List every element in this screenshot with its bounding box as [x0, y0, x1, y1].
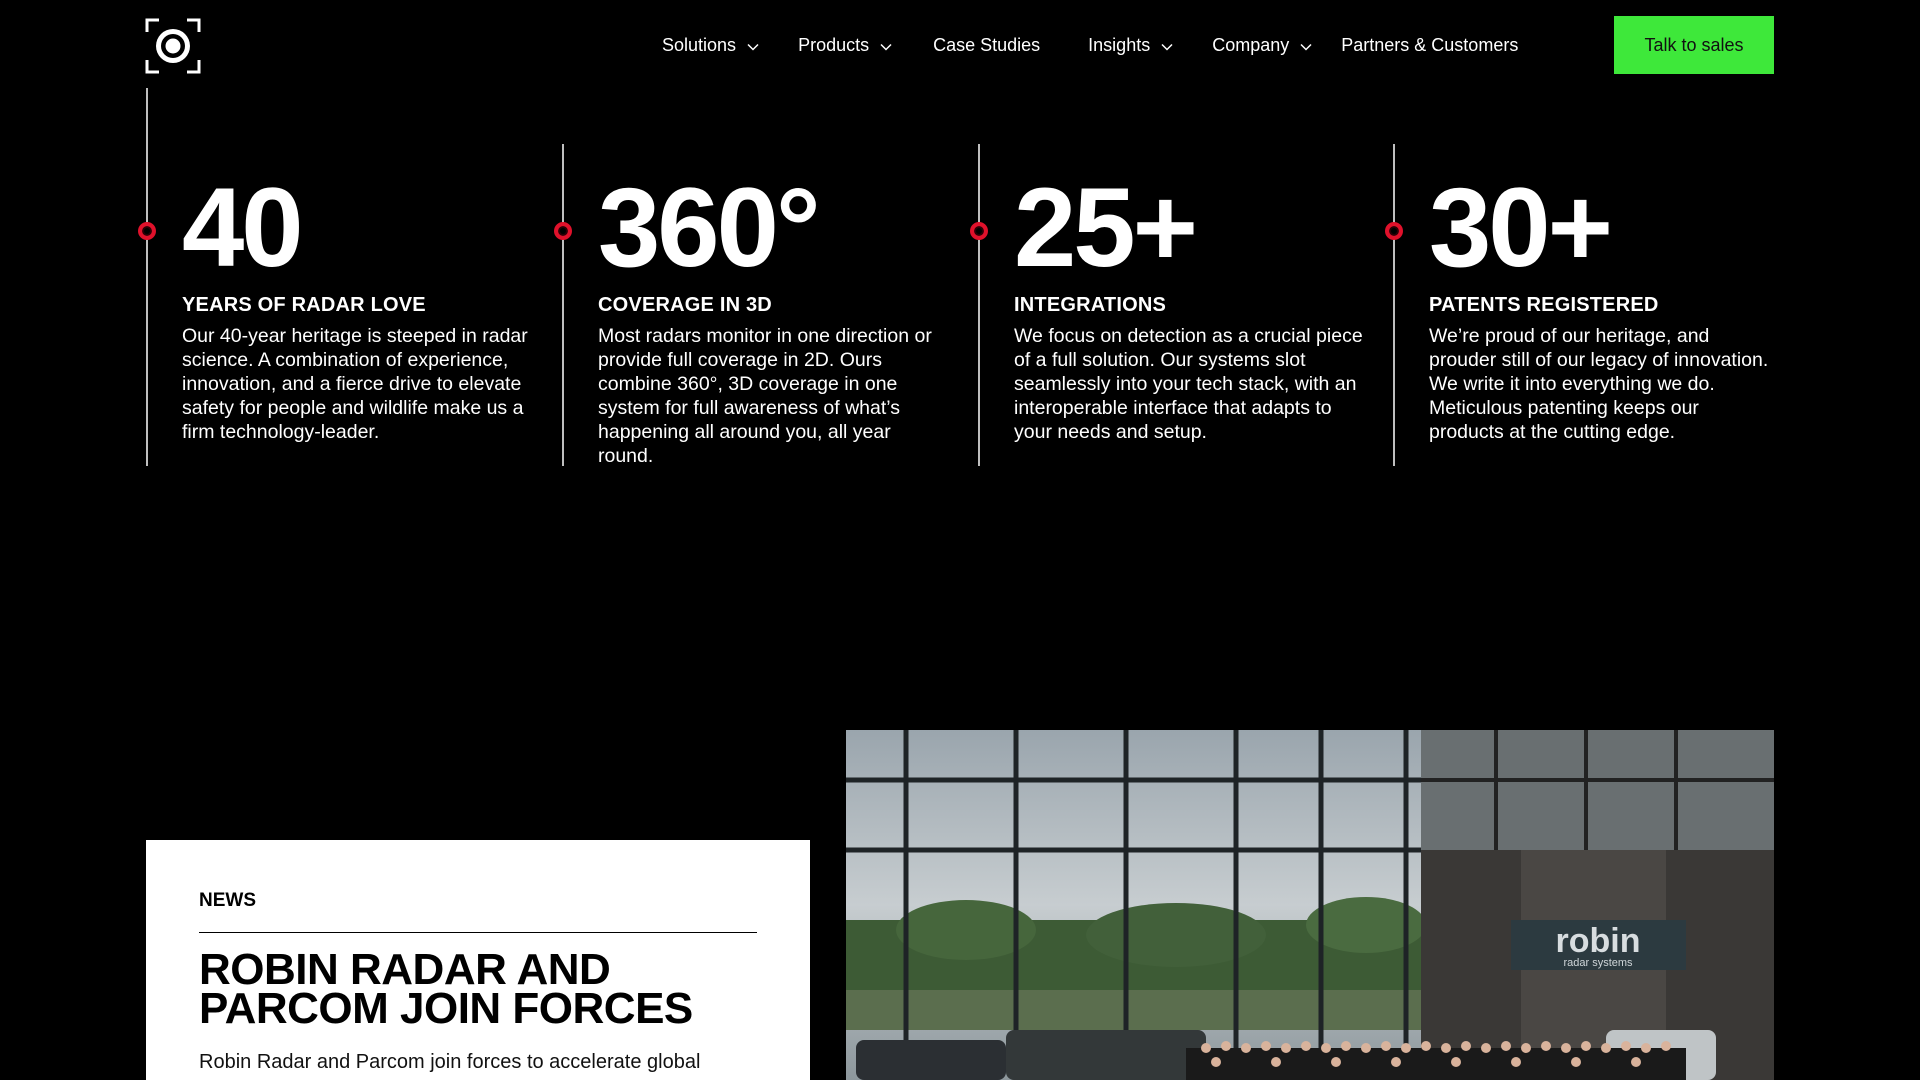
news-divider [199, 932, 757, 933]
robin-sign-subtext: radar systems [1563, 957, 1633, 969]
news-label: NEWS [199, 890, 256, 911]
red-dot-marker [1385, 222, 1403, 240]
stat-divider [1393, 144, 1395, 466]
team-photo: robin radar systems [846, 730, 1774, 1080]
stat-number: 30+ [1429, 165, 1613, 290]
robin-sign-text: robin [1556, 922, 1641, 960]
team-photo-illustration: robin radar systems [846, 730, 1774, 1080]
stat-years: 40 YEARS OF RADAR LOVE Our 40-year herit… [138, 144, 562, 466]
stat-title: INTEGRATIONS [1014, 294, 1167, 316]
red-dot-marker [970, 222, 988, 240]
stat-description: We’re proud of our heritage, and prouder… [1429, 325, 1769, 443]
stat-divider [562, 144, 564, 466]
stat-number: 25+ [1014, 165, 1198, 290]
stat-title: COVERAGE IN 3D [598, 294, 772, 316]
red-dot-marker [138, 222, 156, 240]
stat-coverage: 360° COVERAGE IN 3D Most radars monitor … [554, 144, 978, 467]
stat-title: YEARS OF RADAR LOVE [182, 294, 426, 316]
news-card[interactable]: NEWS ROBIN RADAR AND PARCOM JOIN FORCES … [146, 840, 810, 1080]
stat-title: PATENTS REGISTERED [1429, 294, 1659, 316]
stat-integrations: 25+ INTEGRATIONS We focus on detection a… [970, 144, 1394, 466]
news-description: Robin Radar and Parcom join forces to ac… [199, 1051, 701, 1073]
timeline-connector [146, 88, 148, 144]
stat-description: Most radars monitor in one direction or … [598, 325, 932, 467]
stat-description: We focus on detection as a crucial piece… [1014, 325, 1363, 443]
stats-section: 40 YEARS OF RADAR LOVE Our 40-year herit… [0, 0, 1920, 480]
stat-divider [978, 144, 980, 466]
stat-number: 40 [182, 165, 304, 290]
news-title[interactable]: ROBIN RADAR AND PARCOM JOIN FORCES [199, 948, 759, 1031]
red-dot-marker [554, 222, 572, 240]
stat-number: 360° [598, 165, 821, 290]
stat-patents: 30+ PATENTS REGISTERED We’re proud of ou… [1385, 144, 1809, 466]
stat-divider [146, 144, 148, 466]
stat-description: Our 40-year heritage is steeped in radar… [182, 325, 528, 443]
